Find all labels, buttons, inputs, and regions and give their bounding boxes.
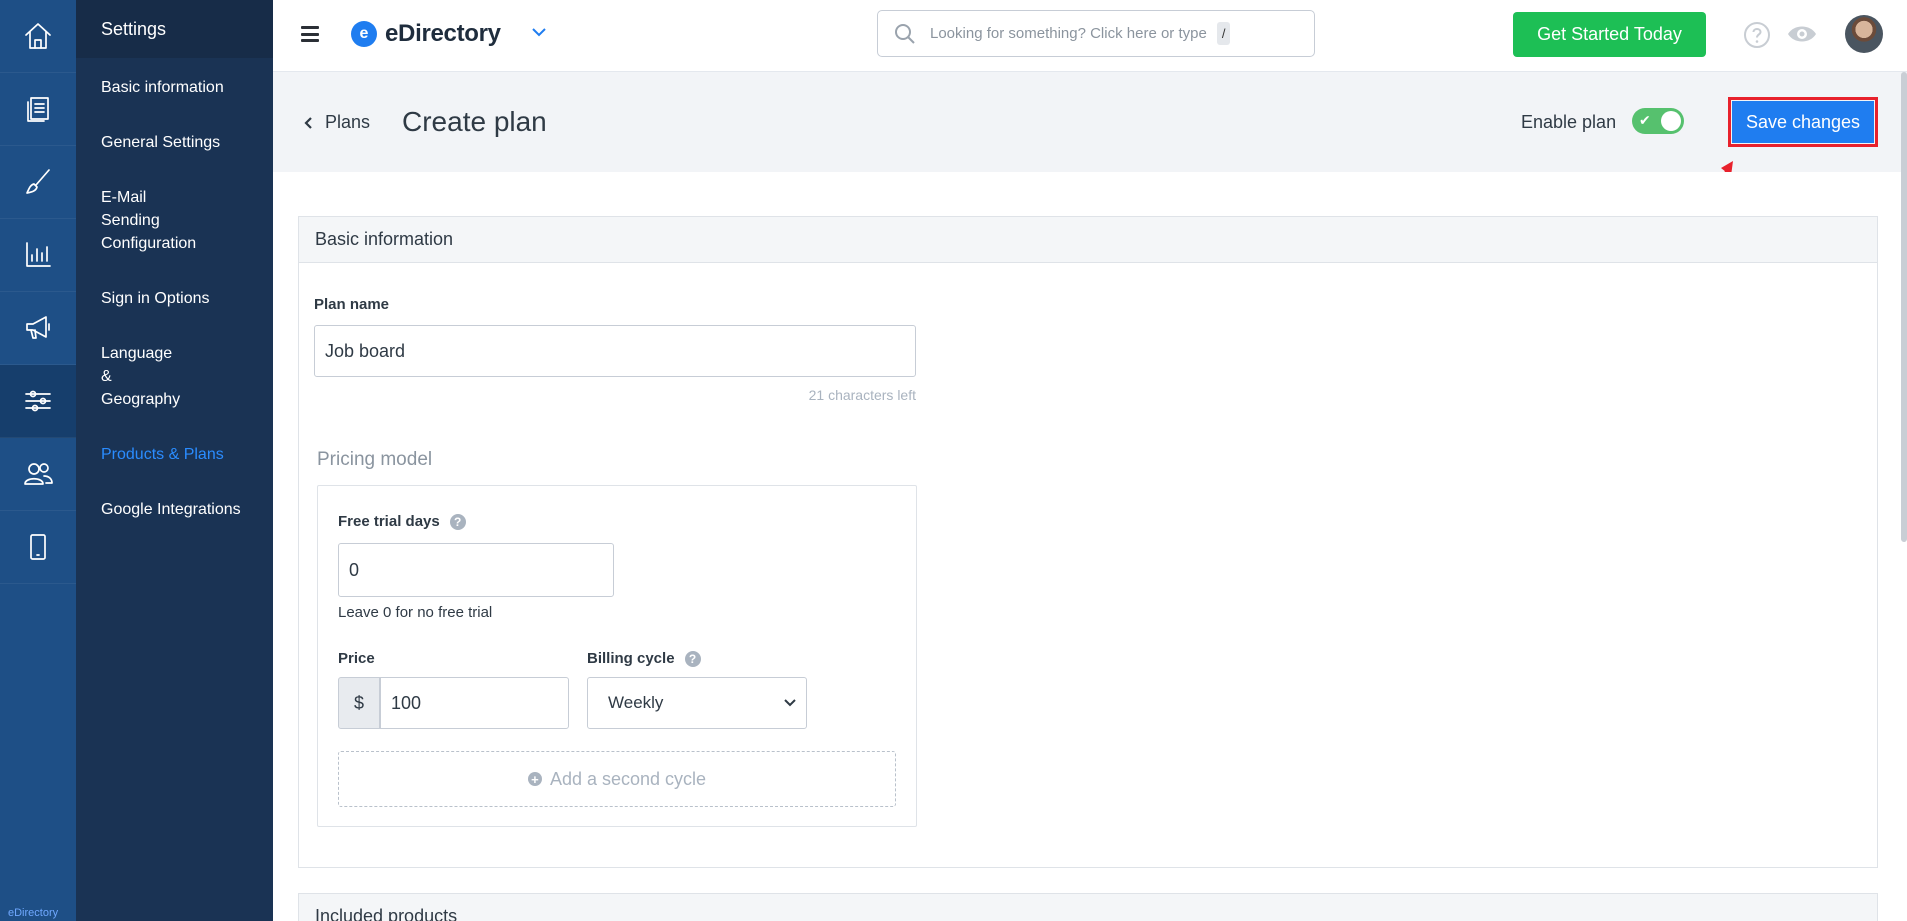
megaphone-icon [26,316,50,339]
logo-text: eDirectory [385,20,501,47]
add-second-cycle-button[interactable]: + Add a second cycle [338,751,896,807]
sidebar-item-language-geography[interactable]: Language & Geography [76,342,206,411]
free-trial-days-input[interactable]: 0 [338,543,614,597]
logo[interactable]: e eDirectory [351,20,501,48]
search-icon [895,23,915,44]
chevron-down-icon[interactable] [531,26,547,38]
free-trial-label: Free trial days? [338,513,466,531]
sidebar-item-products-plans[interactable]: Products & Plans [76,443,273,466]
back-label: Plans [325,112,371,132]
help-question-icon[interactable]: ? [684,651,701,668]
free-trial-hint: Leave 0 for no free trial [338,604,493,621]
basic-information-card: Basic information Plan name Job board 21… [298,216,1878,868]
sidebar-item-sign-in-options[interactable]: Sign in Options [76,287,273,310]
page-header: Plans Create plan Enable plan ✔ Save cha… [273,72,1907,172]
rail-settings[interactable] [0,365,76,438]
rail-design[interactable] [0,146,76,219]
rail-mobile[interactable] [0,511,76,584]
sidebar-title: Settings [76,0,273,58]
back-to-plans-link[interactable]: Plans [303,112,370,133]
save-changes-button[interactable]: Save changes [1732,101,1874,143]
icon-rail: eDirectory [0,0,76,921]
rail-promote[interactable] [0,292,76,365]
rail-brand: eDirectory [8,907,59,919]
sidebar-item-email-sending[interactable]: E-Mail Sending Configuration [76,186,216,255]
get-started-button[interactable]: Get Started Today [1513,12,1706,57]
add-second-cycle-label: Add a second cycle [549,768,707,789]
card-heading: Basic information [299,217,1877,263]
billing-cycle-select[interactable]: Weekly [587,677,807,729]
sidebar-item-basic-information[interactable]: Basic information [76,76,273,99]
free-trial-label-text: Free trial days [338,513,440,530]
reports-chart-icon [26,242,51,267]
search-shortcut-key: / [1216,22,1231,45]
included-products-heading: Included products [315,906,458,921]
currency-addon: $ [338,677,380,729]
price-label: Price [338,650,375,667]
sidebar-item-google-integrations[interactable]: Google Integrations [76,498,273,521]
rail-home[interactable] [0,0,76,73]
rail-reports[interactable] [0,219,76,292]
enable-plan-toggle[interactable]: ✔ [1632,108,1684,134]
characters-left-hint: 21 characters left [808,387,916,403]
page-scrollbar[interactable] [1901,72,1907,542]
help-icon[interactable] [1743,21,1771,49]
rail-users[interactable] [0,438,76,511]
menu-icon[interactable] [301,26,319,42]
main-content: Basic information Plan name Job board 21… [273,172,1907,921]
users-icon [24,463,53,485]
documents-icon [27,97,49,122]
eye-icon[interactable] [1786,20,1818,48]
brush-icon [26,169,50,194]
enable-plan-label: Enable plan [1521,112,1617,132]
sidebar-item-general-settings[interactable]: General Settings [76,131,273,154]
billing-cycle-label-text: Billing cycle [587,650,675,667]
billing-cycle-label: Billing cycle? [587,650,701,668]
home-icon [25,23,51,49]
settings-sidebar: Settings Basic information General Setti… [76,0,273,921]
chevron-left-icon [304,116,312,129]
included-products-card: Included products [298,893,1878,921]
plus-circle-icon: + [527,772,542,787]
pricing-model-title: Pricing model [317,449,433,470]
logo-icon: e [351,21,377,47]
avatar[interactable] [1845,15,1883,53]
plan-name-input[interactable]: Job board [314,325,916,377]
price-input[interactable]: 100 [380,677,569,729]
top-bar: e eDirectory Looking for something? Clic… [273,0,1907,72]
rail-content[interactable] [0,73,76,146]
sliders-icon [25,390,51,412]
plan-name-label: Plan name [314,296,390,313]
help-question-icon[interactable]: ? [449,514,466,531]
mobile-icon [30,534,46,560]
billing-cycle-value: Weekly [608,693,664,712]
check-icon: ✔ [1639,112,1651,128]
chevron-down-icon [784,699,796,707]
search-input[interactable]: Looking for something? Click here or typ… [877,10,1315,57]
pricing-model-box: Free trial days? 0 Leave 0 for no free t… [317,485,917,827]
search-placeholder: Looking for something? Click here or typ… [930,25,1207,42]
page-title: Create plan [402,106,547,137]
